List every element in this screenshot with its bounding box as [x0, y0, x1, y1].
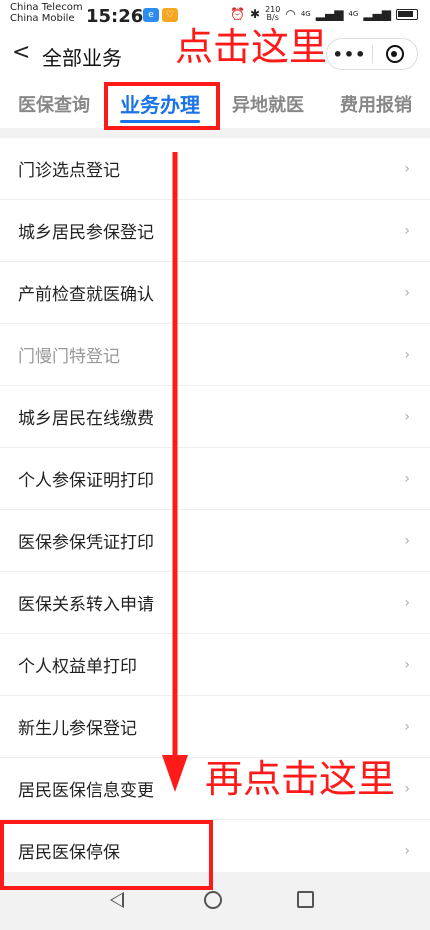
- annotation-arrow: [162, 152, 188, 792]
- list-item-label: 门慢门特登记: [18, 347, 120, 367]
- carrier-2: China Mobile: [10, 13, 75, 24]
- annotation-click-again: 再点击这里: [205, 757, 396, 801]
- list-item-label: 产前检查就医确认: [18, 285, 154, 305]
- list-item-label: 个人权益单打印: [18, 657, 137, 677]
- tab-reimbursement[interactable]: 费用报销: [340, 91, 412, 117]
- list-item[interactable]: 医保关系转入申请 ›: [0, 572, 430, 634]
- list-item[interactable]: 个人参保证明打印 ›: [0, 448, 430, 510]
- chevron-right-icon: ›: [404, 284, 410, 301]
- list-item[interactable]: 产前检查就医确认 ›: [0, 262, 430, 324]
- carrier-info: China Telecom China Mobile: [10, 2, 83, 24]
- chevron-right-icon: ›: [404, 160, 410, 177]
- tab-remote-medical[interactable]: 异地就医: [232, 91, 304, 117]
- chevron-right-icon: ›: [404, 470, 410, 487]
- list-item-label: 新生儿参保登记: [18, 719, 137, 739]
- list-item-label: 医保关系转入申请: [18, 595, 154, 615]
- more-button[interactable]: •••: [327, 45, 372, 64]
- signal-icon-2: ▂▄▆: [363, 7, 391, 21]
- system-back-icon[interactable]: [110, 892, 124, 908]
- list-item-label: 门诊选点登记: [18, 161, 120, 181]
- chevron-right-icon: ›: [404, 532, 410, 549]
- annotation-click-here: 点击这里: [175, 25, 328, 69]
- mini-program-capsule: •••: [326, 38, 418, 70]
- list-item-label: 居民医保信息变更: [18, 781, 154, 801]
- battery-icon: [396, 8, 418, 20]
- status-time: 15:26: [86, 6, 144, 27]
- back-chevron-icon[interactable]: <: [12, 40, 30, 65]
- list-item[interactable]: 城乡居民在线缴费 ›: [0, 386, 430, 448]
- list-item[interactable]: 门诊选点登记 ›: [0, 138, 430, 200]
- list-item-label: 城乡居民在线缴费: [18, 409, 154, 429]
- chevron-right-icon: ›: [404, 656, 410, 673]
- chevron-right-icon: ›: [404, 346, 410, 363]
- close-button[interactable]: [373, 45, 417, 63]
- target-circle-icon: [385, 45, 404, 63]
- tab-medical-query[interactable]: 医保查询: [18, 91, 90, 117]
- list-item-label: 个人参保证明打印: [18, 471, 154, 491]
- annotation-highlight-tab: [104, 82, 220, 130]
- annotation-highlight-item: [0, 820, 213, 890]
- carrier-1: China Telecom: [10, 2, 83, 13]
- app-notification-icon: e: [143, 8, 159, 22]
- list-item[interactable]: 医保参保凭证打印 ›: [0, 510, 430, 572]
- chevron-right-icon: ›: [404, 842, 410, 859]
- chevron-right-icon: ›: [404, 718, 410, 735]
- page-title: 全部业务: [42, 46, 122, 70]
- list-item-label: 医保参保凭证打印: [18, 533, 154, 553]
- list-item[interactable]: 城乡居民参保登记 ›: [0, 200, 430, 262]
- chevron-right-icon: ›: [404, 594, 410, 611]
- signal-label-2: 4G: [348, 10, 359, 18]
- chevron-right-icon: ›: [404, 408, 410, 425]
- list-item[interactable]: 个人权益单打印 ›: [0, 634, 430, 696]
- system-recents-icon[interactable]: [297, 891, 314, 908]
- system-home-icon[interactable]: [204, 891, 222, 909]
- list-item-label: 城乡居民参保登记: [18, 223, 154, 243]
- chevron-right-icon: ›: [404, 780, 410, 797]
- chevron-right-icon: ›: [404, 222, 410, 239]
- list-item[interactable]: 门慢门特登记 ›: [0, 324, 430, 386]
